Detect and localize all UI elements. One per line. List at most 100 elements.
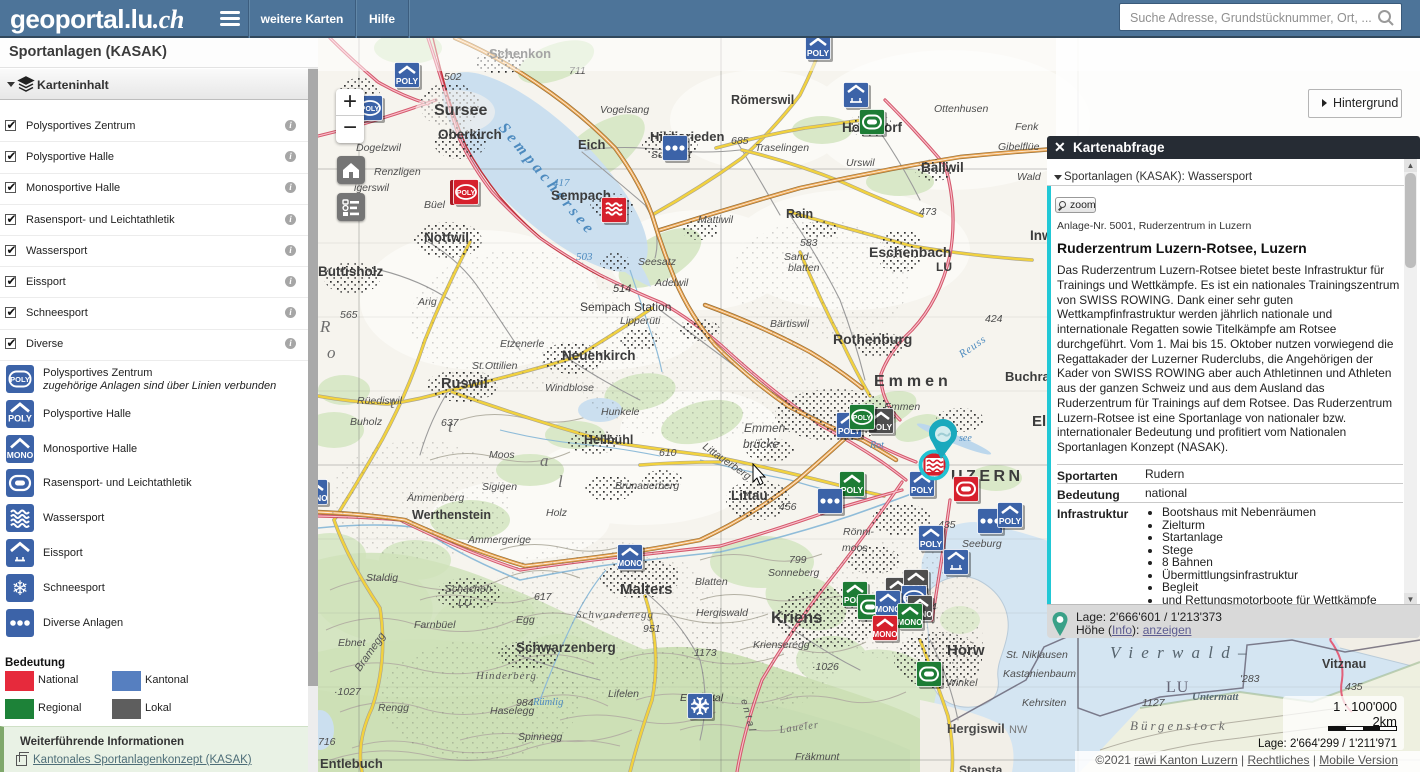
svg-text:MONO: MONO — [873, 630, 898, 639]
svg-text:514: 514 — [613, 283, 631, 295]
svg-text:Etzenerle: Etzenerle — [500, 338, 545, 350]
svg-text:Ruswil: Ruswil — [441, 376, 488, 392]
svg-text:Hergiswil: Hergiswil — [947, 721, 1005, 736]
svg-text:637: 637 — [441, 417, 460, 429]
svg-text:Seeburg: Seeburg — [962, 538, 1002, 550]
svg-text:565: 565 — [340, 309, 358, 321]
svg-text:POLY: POLY — [807, 48, 830, 58]
svg-text:blatten: blatten — [788, 262, 820, 274]
svg-text:Ballwil: Ballwil — [921, 160, 964, 175]
svg-text:Sempach Station: Sempach Station — [580, 300, 671, 314]
svg-text:Untermatt: Untermatt — [1192, 691, 1239, 703]
svg-text:Vogelsang: Vogelsang — [600, 104, 649, 116]
svg-text:Eich: Eich — [578, 137, 606, 152]
svg-text:Buholz: Buholz — [350, 416, 383, 428]
svg-text:see: see — [959, 433, 972, 444]
svg-text:Fräkmunt: Fräkmunt — [795, 751, 840, 763]
svg-text:Spinnegg: Spinnegg — [518, 731, 563, 743]
svg-text:Sonneberg: Sonneberg — [768, 567, 820, 579]
svg-text:435: 435 — [1345, 681, 1363, 693]
svg-text:Bürgenstock: Bürgenstock — [1130, 718, 1228, 733]
svg-text:Römerswil: Römerswil — [731, 93, 794, 107]
svg-text:799: 799 — [789, 554, 807, 566]
svg-text:POLY: POLY — [853, 415, 872, 422]
svg-text:POLY: POLY — [920, 539, 943, 549]
svg-text:Schachen: Schachen — [445, 583, 492, 595]
svg-text:moos: moos — [842, 542, 868, 554]
svg-text:POLY: POLY — [911, 485, 934, 495]
svg-text:456: 456 — [779, 501, 797, 513]
svg-text:1173: 1173 — [694, 647, 717, 659]
svg-text:583: 583 — [800, 237, 818, 249]
svg-text:Rothenburg: Rothenburg — [833, 331, 912, 347]
svg-text:NW: NW — [1009, 724, 1028, 736]
svg-text:610: 610 — [659, 447, 677, 459]
svg-text:Mattiwil: Mattiwil — [698, 214, 734, 226]
svg-text:Windblose: Windblose — [545, 382, 594, 394]
svg-text:St. Niklausen: St. Niklausen — [1006, 649, 1068, 661]
svg-text:POLY: POLY — [999, 516, 1022, 526]
svg-text:❄: ❄ — [12, 578, 29, 600]
svg-text:Ebnet: Ebnet — [338, 637, 367, 649]
svg-text:Hergiswald: Hergiswald — [696, 607, 749, 619]
svg-text:Krienseregg: Krienseregg — [753, 639, 810, 651]
svg-text:POLY: POLY — [8, 414, 32, 424]
svg-text:Stansta: Stansta — [959, 763, 1003, 772]
svg-text:502: 502 — [444, 71, 462, 83]
svg-text:Renzligen: Renzligen — [374, 166, 421, 178]
svg-text:685: 685 — [731, 135, 749, 147]
svg-text:984: 984 — [516, 697, 534, 709]
svg-text:Seesatz: Seesatz — [638, 256, 677, 268]
svg-text:Adelwil: Adelwil — [654, 277, 689, 289]
svg-text:Dogelzwil: Dogelzwil — [356, 142, 402, 154]
svg-text:Rümlig: Rümlig — [532, 697, 563, 708]
svg-text:Bärtiswil: Bärtiswil — [770, 318, 810, 330]
svg-text:Oberkirch: Oberkirch — [438, 127, 502, 142]
svg-text:Lifelen: Lifelen — [608, 688, 639, 700]
svg-text:Nottwil: Nottwil — [424, 230, 469, 245]
svg-text:St.Ottilien: St.Ottilien — [472, 360, 518, 372]
svg-text:Büel: Büel — [424, 199, 446, 211]
svg-text:716: 716 — [318, 736, 336, 748]
svg-text:POLY: POLY — [396, 76, 419, 86]
svg-text:Wald: Wald — [1017, 171, 1042, 183]
svg-text:o: o — [327, 343, 336, 362]
svg-text:Hunkele: Hunkele — [601, 406, 640, 418]
svg-text:MONO: MONO — [876, 605, 901, 614]
svg-text:Staldig: Staldig — [366, 572, 398, 584]
svg-text:El: El — [1032, 413, 1046, 430]
svg-text:MONO: MONO — [618, 559, 643, 568]
svg-text:Buchra: Buchra — [1005, 369, 1051, 384]
svg-text:Blatten: Blatten — [695, 576, 728, 588]
svg-text:·1027: ·1027 — [334, 686, 362, 698]
svg-text:R: R — [319, 317, 331, 336]
svg-text:Buttisholz: Buttisholz — [318, 264, 383, 279]
svg-text:Entlebuch: Entlebuch — [320, 756, 383, 771]
svg-text:MONO: MONO — [318, 494, 327, 503]
svg-text:Ottenhusen: Ottenhusen — [934, 103, 988, 115]
svg-text:Lipperüti: Lipperüti — [620, 315, 661, 327]
svg-text:Rengg: Rengg — [378, 702, 409, 714]
svg-text:503: 503 — [576, 251, 593, 263]
svg-text:Gibelflüe: Gibelflüe — [998, 141, 1040, 153]
svg-text:Eschenbach: Eschenbach — [869, 244, 951, 260]
svg-text:1127: 1127 — [1142, 697, 1166, 709]
svg-text:Sursee: Sursee — [434, 102, 487, 119]
svg-text:MONO: MONO — [898, 618, 923, 627]
svg-text:Winkel: Winkel — [946, 677, 978, 689]
svg-text:V i e r w a l d –: V i e r w a l d – — [1110, 643, 1249, 662]
svg-text:POLY: POLY — [457, 190, 476, 197]
svg-text:Hinderberg: Hinderberg — [475, 670, 537, 682]
svg-text:MONO: MONO — [7, 450, 34, 460]
svg-text:Holz: Holz — [546, 507, 568, 519]
svg-text:Emmen: Emmen — [874, 373, 952, 390]
svg-text:l: l — [558, 472, 563, 491]
svg-text:Ammergerige: Ammergerige — [467, 534, 531, 546]
svg-text:LU: LU — [936, 260, 952, 274]
svg-text:Rot: Rot — [869, 440, 884, 451]
svg-text:Arig: Arig — [417, 296, 437, 308]
svg-text:Moos: Moos — [489, 449, 515, 461]
svg-text:Traselingen: Traselingen — [755, 142, 809, 154]
svg-text:Littau: Littau — [731, 488, 768, 503]
svg-text:Emmen-: Emmen- — [744, 421, 789, 435]
